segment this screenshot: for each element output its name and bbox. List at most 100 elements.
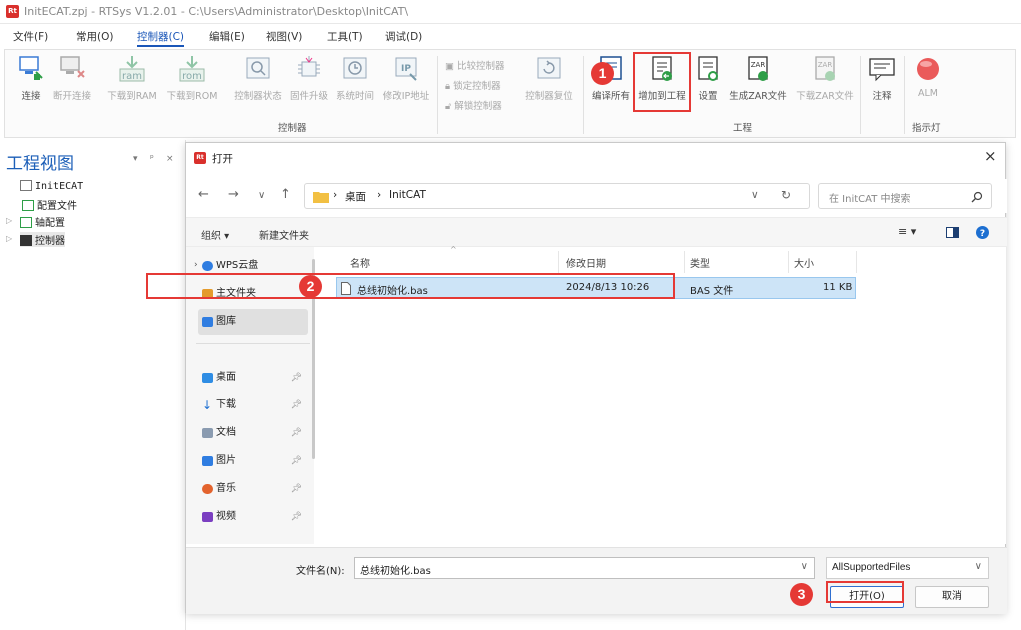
panel-pin-icon[interactable]: ᵖ (150, 154, 154, 164)
filetype-select[interactable]: AllSupportedFiles ∨ (826, 557, 989, 579)
new-folder-button[interactable]: 新建文件夹 (259, 227, 309, 242)
organize-button[interactable]: 组织 ▾ (201, 227, 229, 242)
nav-item-music[interactable]: 音乐 📌︎ (198, 476, 308, 502)
download-zar-button[interactable]: ZAR 下载ZAR文件 (793, 54, 857, 102)
refresh-icon[interactable]: ↻ (781, 188, 791, 202)
comment-button[interactable]: 注释 (865, 54, 899, 102)
settings-button[interactable]: 设置 (693, 54, 723, 102)
compare-controller-button[interactable]: ▣ 比较控制器 (445, 58, 505, 72)
back-icon[interactable]: ← (198, 187, 209, 202)
column-separator[interactable] (558, 251, 559, 273)
disconnect-icon (60, 56, 85, 78)
file-row-highlight (146, 273, 675, 299)
lock-controller-button[interactable]: 🔒︎ 锁定控制器 (445, 78, 501, 92)
address-bar-row: ← → ∨ ↑ › 桌面 › InitCAT ∨ ↻ 在 InitCAT 中搜索 (186, 179, 1007, 213)
project-group-label: 工程 (733, 123, 753, 134)
column-name[interactable]: 名称 (350, 255, 370, 270)
firmware-upgrade-label: 固件升级 (289, 91, 328, 102)
dialog-toolbar: 组织 ▾ 新建文件夹 ≡ ▾ ? (186, 217, 1007, 247)
panel-close-icon[interactable]: × (166, 154, 174, 164)
help-icon[interactable]: ? (976, 226, 989, 239)
nav-item-desktop[interactable]: 桌面 📌︎ (198, 365, 308, 391)
download-zar-icon: ZAR (815, 56, 835, 81)
panel-dropdown-icon[interactable]: ▾ (133, 154, 138, 164)
nav-item-gallery[interactable]: 图库 (198, 309, 308, 335)
tree-item-config-file[interactable]: 配置文件 (22, 197, 77, 212)
chip-icon (298, 56, 320, 77)
menu-file[interactable]: 文件(F) (13, 29, 48, 44)
nav-item-videos[interactable]: 视频 📌︎ (198, 504, 308, 530)
menu-tools[interactable]: 工具(T) (327, 29, 363, 44)
column-separator[interactable] (684, 251, 685, 273)
expand-arrow-icon[interactable]: ▷ (6, 234, 12, 243)
controller-icon (20, 235, 32, 246)
download-rom-label: 下载到ROM (166, 91, 218, 102)
pin-icon[interactable]: 📌︎ (291, 365, 302, 391)
system-time-button[interactable]: 系统时间 (333, 54, 377, 102)
chevron-down-icon[interactable]: ∨ (801, 561, 808, 572)
controller-status-button[interactable]: 控制器状态 (231, 54, 285, 102)
preview-pane-icon[interactable] (946, 227, 959, 238)
recent-locations-icon[interactable]: ∨ (258, 190, 265, 201)
disconnect-button[interactable]: 断开连接 (51, 54, 93, 102)
breadcrumb-initcat[interactable]: InitCAT (389, 189, 426, 201)
dialog-logo: Rt (194, 152, 206, 164)
column-separator[interactable] (856, 251, 857, 273)
menu-view[interactable]: 视图(V) (266, 29, 302, 44)
nav-item-pictures[interactable]: 图片 📌︎ (198, 448, 308, 474)
nav-item-documents[interactable]: 文档 📌︎ (198, 420, 308, 446)
title-bar: Rt InitECAT.zpj - RTSys V1.2.01 - C:\Use… (0, 0, 1021, 24)
disconnect-label: 断开连接 (52, 91, 91, 102)
column-separator[interactable] (788, 251, 789, 273)
breadcrumb-desktop[interactable]: 桌面 (345, 189, 366, 204)
download-ram-button[interactable]: ram 下载到RAM (103, 54, 161, 102)
controller-reset-button[interactable]: 控制器复位 (521, 54, 577, 102)
modify-ip-button[interactable]: IP 修改IP地址 (379, 54, 433, 102)
tree-item-axis-config[interactable]: 轴配置 (20, 214, 65, 229)
document-icon (202, 428, 213, 438)
pin-icon[interactable]: 📌︎ (291, 420, 302, 446)
menu-debug[interactable]: 调试(D) (385, 29, 422, 44)
ribbon-separator (437, 56, 438, 134)
pin-icon[interactable]: 📌︎ (291, 448, 302, 474)
menu-controller[interactable]: 控制器(C) (137, 29, 185, 47)
connect-label: 连接 (21, 91, 41, 102)
column-size[interactable]: 大小 (794, 255, 814, 270)
column-date[interactable]: 修改日期 (566, 255, 606, 270)
up-icon[interactable]: ↑ (280, 187, 291, 202)
picture-icon (202, 456, 213, 466)
download-rom-button[interactable]: rom 下载到ROM (163, 54, 221, 102)
app-logo: Rt (6, 5, 19, 18)
connect-button[interactable]: 连接 (13, 54, 49, 102)
breadcrumb-sep: › (377, 189, 382, 201)
unlock-icon: 🔓︎ (445, 101, 455, 112)
pin-icon[interactable]: 📌︎ (291, 476, 302, 502)
close-icon[interactable]: × (984, 147, 997, 165)
column-type[interactable]: 类型 (690, 255, 710, 270)
settings-icon (698, 56, 718, 81)
address-dropdown-icon[interactable]: ∨ (751, 189, 759, 201)
nav-item-downloads[interactable]: ↓ 下载 📌︎ (198, 392, 308, 418)
cancel-button[interactable]: 取消 (915, 586, 989, 608)
search-input[interactable]: 在 InitCAT 中搜索 (818, 183, 992, 209)
filename-input[interactable]: 总线初始化.bas ∨ (354, 557, 815, 579)
music-icon (202, 484, 213, 494)
firmware-upgrade-button[interactable]: 固件升级 (287, 54, 331, 102)
open-button-highlight (826, 581, 904, 603)
tree-item-controller[interactable]: 控制器 (20, 232, 65, 247)
generate-zar-button[interactable]: ZAR 生成ZAR文件 (726, 54, 790, 102)
search-icon (971, 191, 983, 203)
tree-item-project[interactable]: InitECAT (20, 180, 83, 192)
address-box[interactable]: › 桌面 › InitCAT ∨ ↻ (304, 183, 810, 209)
pin-icon[interactable]: 📌︎ (291, 504, 302, 530)
alm-label: ALM (918, 88, 938, 99)
view-options-icon[interactable]: ≡ ▾ (898, 225, 916, 238)
forward-icon[interactable]: → (228, 187, 239, 202)
menu-edit[interactable]: 编辑(E) (209, 29, 245, 44)
expand-arrow-icon[interactable]: ▷ (6, 216, 12, 225)
unlock-controller-button[interactable]: 🔓︎ 解锁控制器 (445, 98, 502, 112)
download-rom-icon: rom (179, 56, 205, 82)
menu-common[interactable]: 常用(O) (76, 29, 113, 44)
comment-icon (869, 58, 895, 82)
pin-icon[interactable]: 📌︎ (291, 392, 302, 418)
